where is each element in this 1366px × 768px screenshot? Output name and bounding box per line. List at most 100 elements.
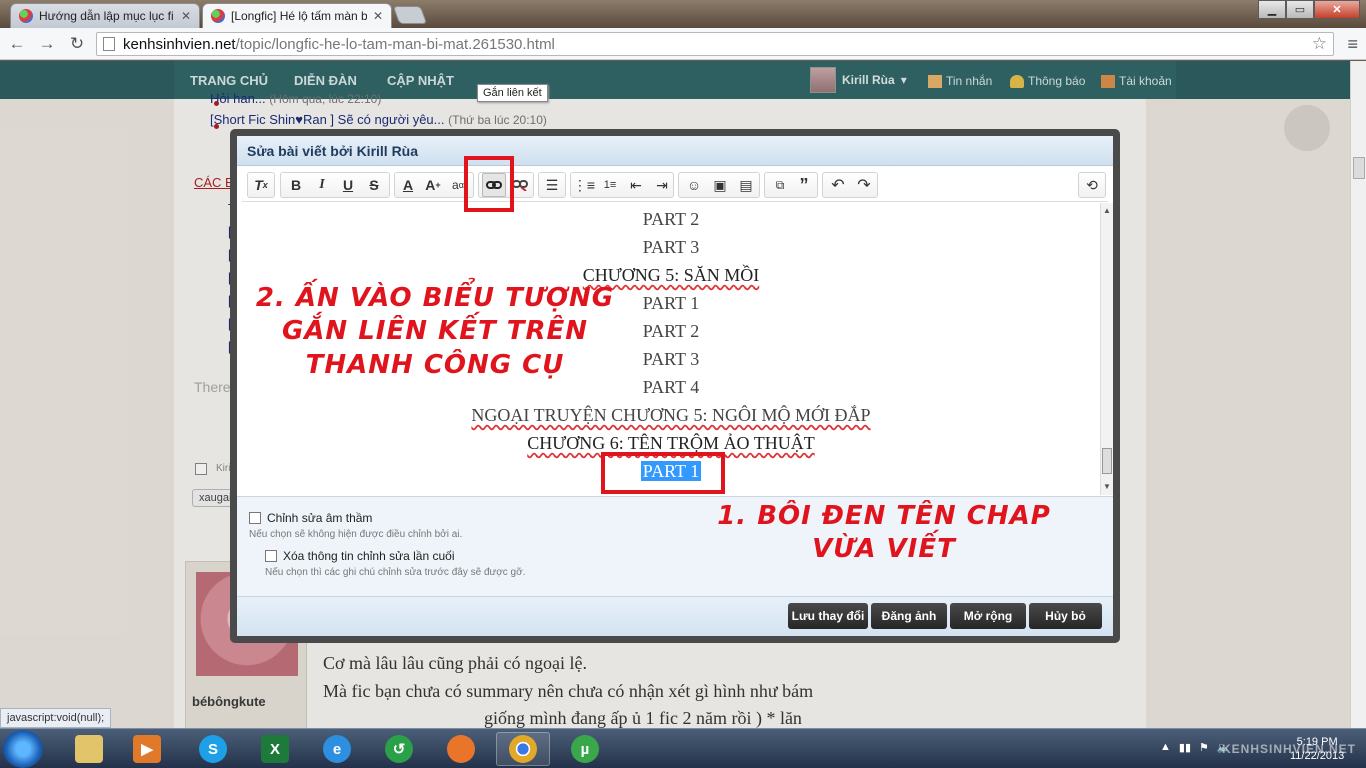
step-1-annotation: 1. BÔI ĐEN TÊN CHAP VỪA VIẾT [717,501,1051,565]
folder-icon [75,735,103,763]
close-tab-icon[interactable]: ✕ [373,9,383,23]
editor-line: CHƯƠNG 6: TÊN TRỘM ẢO THUẬT [242,433,1100,454]
line-text: PART 3 [642,349,700,369]
line-text: PART 2 [642,209,700,229]
chrome-menu-icon[interactable]: ≡ [1347,34,1358,55]
tab-title: Hướng dẫn lập mục lục fi [39,9,174,23]
editor-line: NGOẠI TRUYỆN CHƯƠNG 5: NGÔI MỘ MỚI ĐẮP [242,405,1100,426]
utorrent-taskbar-icon[interactable]: µ [558,732,612,766]
editor-scrollbar[interactable]: ▲ ▼ [1100,203,1113,495]
scrollbar-thumb[interactable] [1353,157,1365,179]
reload-icon[interactable]: ↻ [64,31,90,57]
quote-icon[interactable]: ” [792,173,816,197]
status-bubble: javascript:void(null); [0,708,112,728]
clear-edit-info-hint: Nếu chọn thì các ghi chú chỉnh sửa trước… [265,567,526,578]
start-button[interactable] [3,730,43,768]
ie-taskbar-icon[interactable]: e [310,732,364,766]
taskbar: ▶ S X e ↺ µ ▲ ▮▮ ⚑ 🔈 5:19 PM 11/22/2013 [0,728,1366,768]
code-icon[interactable]: ⧉ [768,173,792,197]
tray-arrow-icon[interactable]: ▲ [1160,741,1171,754]
editor-scroll-thumb[interactable] [1102,448,1112,474]
explorer-taskbar-icon[interactable] [62,732,116,766]
step-2-annotation: 2. ẤN VÀO BIỂU TƯỢNG GẮN LIÊN KẾT TRÊN T… [255,283,615,380]
system-tray: ▲ ▮▮ ⚑ 🔈 [1160,741,1231,754]
media-player-icon: ▶ [133,735,161,763]
cancel-button[interactable]: Hủy bỏ [1029,603,1102,629]
page-scrollbar[interactable] [1350,61,1366,728]
tab-title: [Longfic] Hé lộ tấm màn b [231,9,367,23]
redo-icon[interactable]: ↷ [852,173,876,197]
strikethrough-icon[interactable]: S [362,173,386,197]
media-icon[interactable]: ▤ [734,173,758,197]
line-text: PART 1 [642,293,700,313]
indent-icon[interactable]: ⇥ [650,173,674,197]
numbered-list-icon[interactable]: 1≡ [598,173,622,197]
close-window-button[interactable]: ✕ [1314,0,1360,19]
excel-taskbar-icon[interactable]: X [248,732,302,766]
silent-edit-checkbox[interactable] [249,512,261,524]
browser-tab-1[interactable]: Hướng dẫn lập mục lục fi ✕ [10,3,200,28]
tab-strip: Hướng dẫn lập mục lục fi ✕ [Longfic] Hé … [0,0,1366,28]
back-arrow-icon[interactable]: ← [4,31,30,57]
line-text: PART 2 [642,321,700,341]
editor-line: PART 3 [242,237,1100,258]
firefox-taskbar-icon[interactable] [434,732,488,766]
window-controls: ▁ ▭ ✕ [1258,0,1360,19]
internet-explorer-icon: e [323,735,351,763]
outdent-icon[interactable]: ⇤ [624,173,648,197]
utorrent-icon: µ [571,735,599,763]
browser-tab-2[interactable]: [Longfic] Hé lộ tấm màn b ✕ [202,3,392,28]
bullet-list-icon[interactable]: ⋮≡ [572,173,596,197]
bold-icon[interactable]: B [284,173,308,197]
silent-edit-hint: Nếu chọn sẽ không hiện được điều chỉnh b… [249,529,463,540]
line-text: CHƯƠNG 6: TÊN TRỘM ẢO THUẬT [527,433,815,453]
network-icon[interactable]: ▮▮ [1179,741,1191,754]
line-text: NGOẠI TRUYỆN CHƯƠNG 5: NGÔI MỘ MỚI ĐẮP [471,405,871,425]
site-favicon-icon [211,9,225,23]
green-app-icon: ↺ [385,735,413,763]
firefox-icon [447,735,475,763]
url-path: /topic/longfic-he-lo-tam-man-bi-mat.2615… [235,35,555,53]
text-color-icon[interactable]: A [396,173,420,197]
media-player-taskbar-icon[interactable]: ▶ [120,732,174,766]
silent-edit-option[interactable]: Chỉnh sửa âm thầm [249,511,372,525]
dialog-title: Sửa bài viết bởi Kirill Rùa [237,136,1113,166]
clear-edit-info-option[interactable]: Xóa thông tin chỉnh sửa lần cuối [265,549,454,563]
silent-edit-label: Chỉnh sửa âm thầm [267,511,373,525]
dialog-footer: Lưu thay đổi Đăng ảnh Mở rộng Hủy bỏ [237,596,1113,636]
link-tooltip: Gắn liên kết [477,84,548,102]
bookmark-star-icon[interactable]: ☆ [1312,34,1327,54]
undo-icon[interactable]: ↶ [826,173,850,197]
watermark: KENHSINHVIEN.NET [1222,742,1357,756]
upload-image-button[interactable]: Đăng ảnh [871,603,947,629]
flag-icon[interactable]: ⚑ [1199,741,1209,754]
save-changes-button[interactable]: Lưu thay đổi [788,603,868,629]
site-favicon-icon [19,9,33,23]
app-taskbar-icon[interactable]: ↺ [372,732,426,766]
align-left-icon[interactable]: ☰ [540,173,564,197]
underline-icon[interactable]: U [336,173,360,197]
address-bar[interactable]: kenhsinhvien.net/topic/longfic-he-lo-tam… [96,32,1334,56]
minimize-button[interactable]: ▁ [1258,0,1286,19]
toggle-source-icon[interactable]: ⟲ [1080,173,1104,197]
smiley-icon[interactable]: ☺ [682,173,706,197]
scroll-up-icon[interactable]: ▲ [1103,206,1111,215]
skype-icon: S [199,735,227,763]
italic-icon[interactable]: I [310,173,334,197]
clear-edit-info-checkbox[interactable] [265,550,277,562]
image-icon[interactable]: ▣ [708,173,732,197]
remove-format-icon[interactable]: Tx [249,173,273,197]
link-highlight-box [464,156,514,212]
close-tab-icon[interactable]: ✕ [181,9,191,23]
page-icon [103,37,115,51]
font-size-icon[interactable]: A + [421,173,445,197]
new-tab-button[interactable] [392,6,428,24]
chrome-taskbar-icon[interactable] [496,732,550,766]
forward-arrow-icon[interactable]: → [34,31,60,57]
skype-taskbar-icon[interactable]: S [186,732,240,766]
line-text: PART 4 [642,377,700,397]
selection-highlight-box [601,452,725,494]
maximize-button[interactable]: ▭ [1286,0,1314,19]
scroll-down-icon[interactable]: ▼ [1103,482,1111,491]
expand-button[interactable]: Mở rộng [950,603,1026,629]
